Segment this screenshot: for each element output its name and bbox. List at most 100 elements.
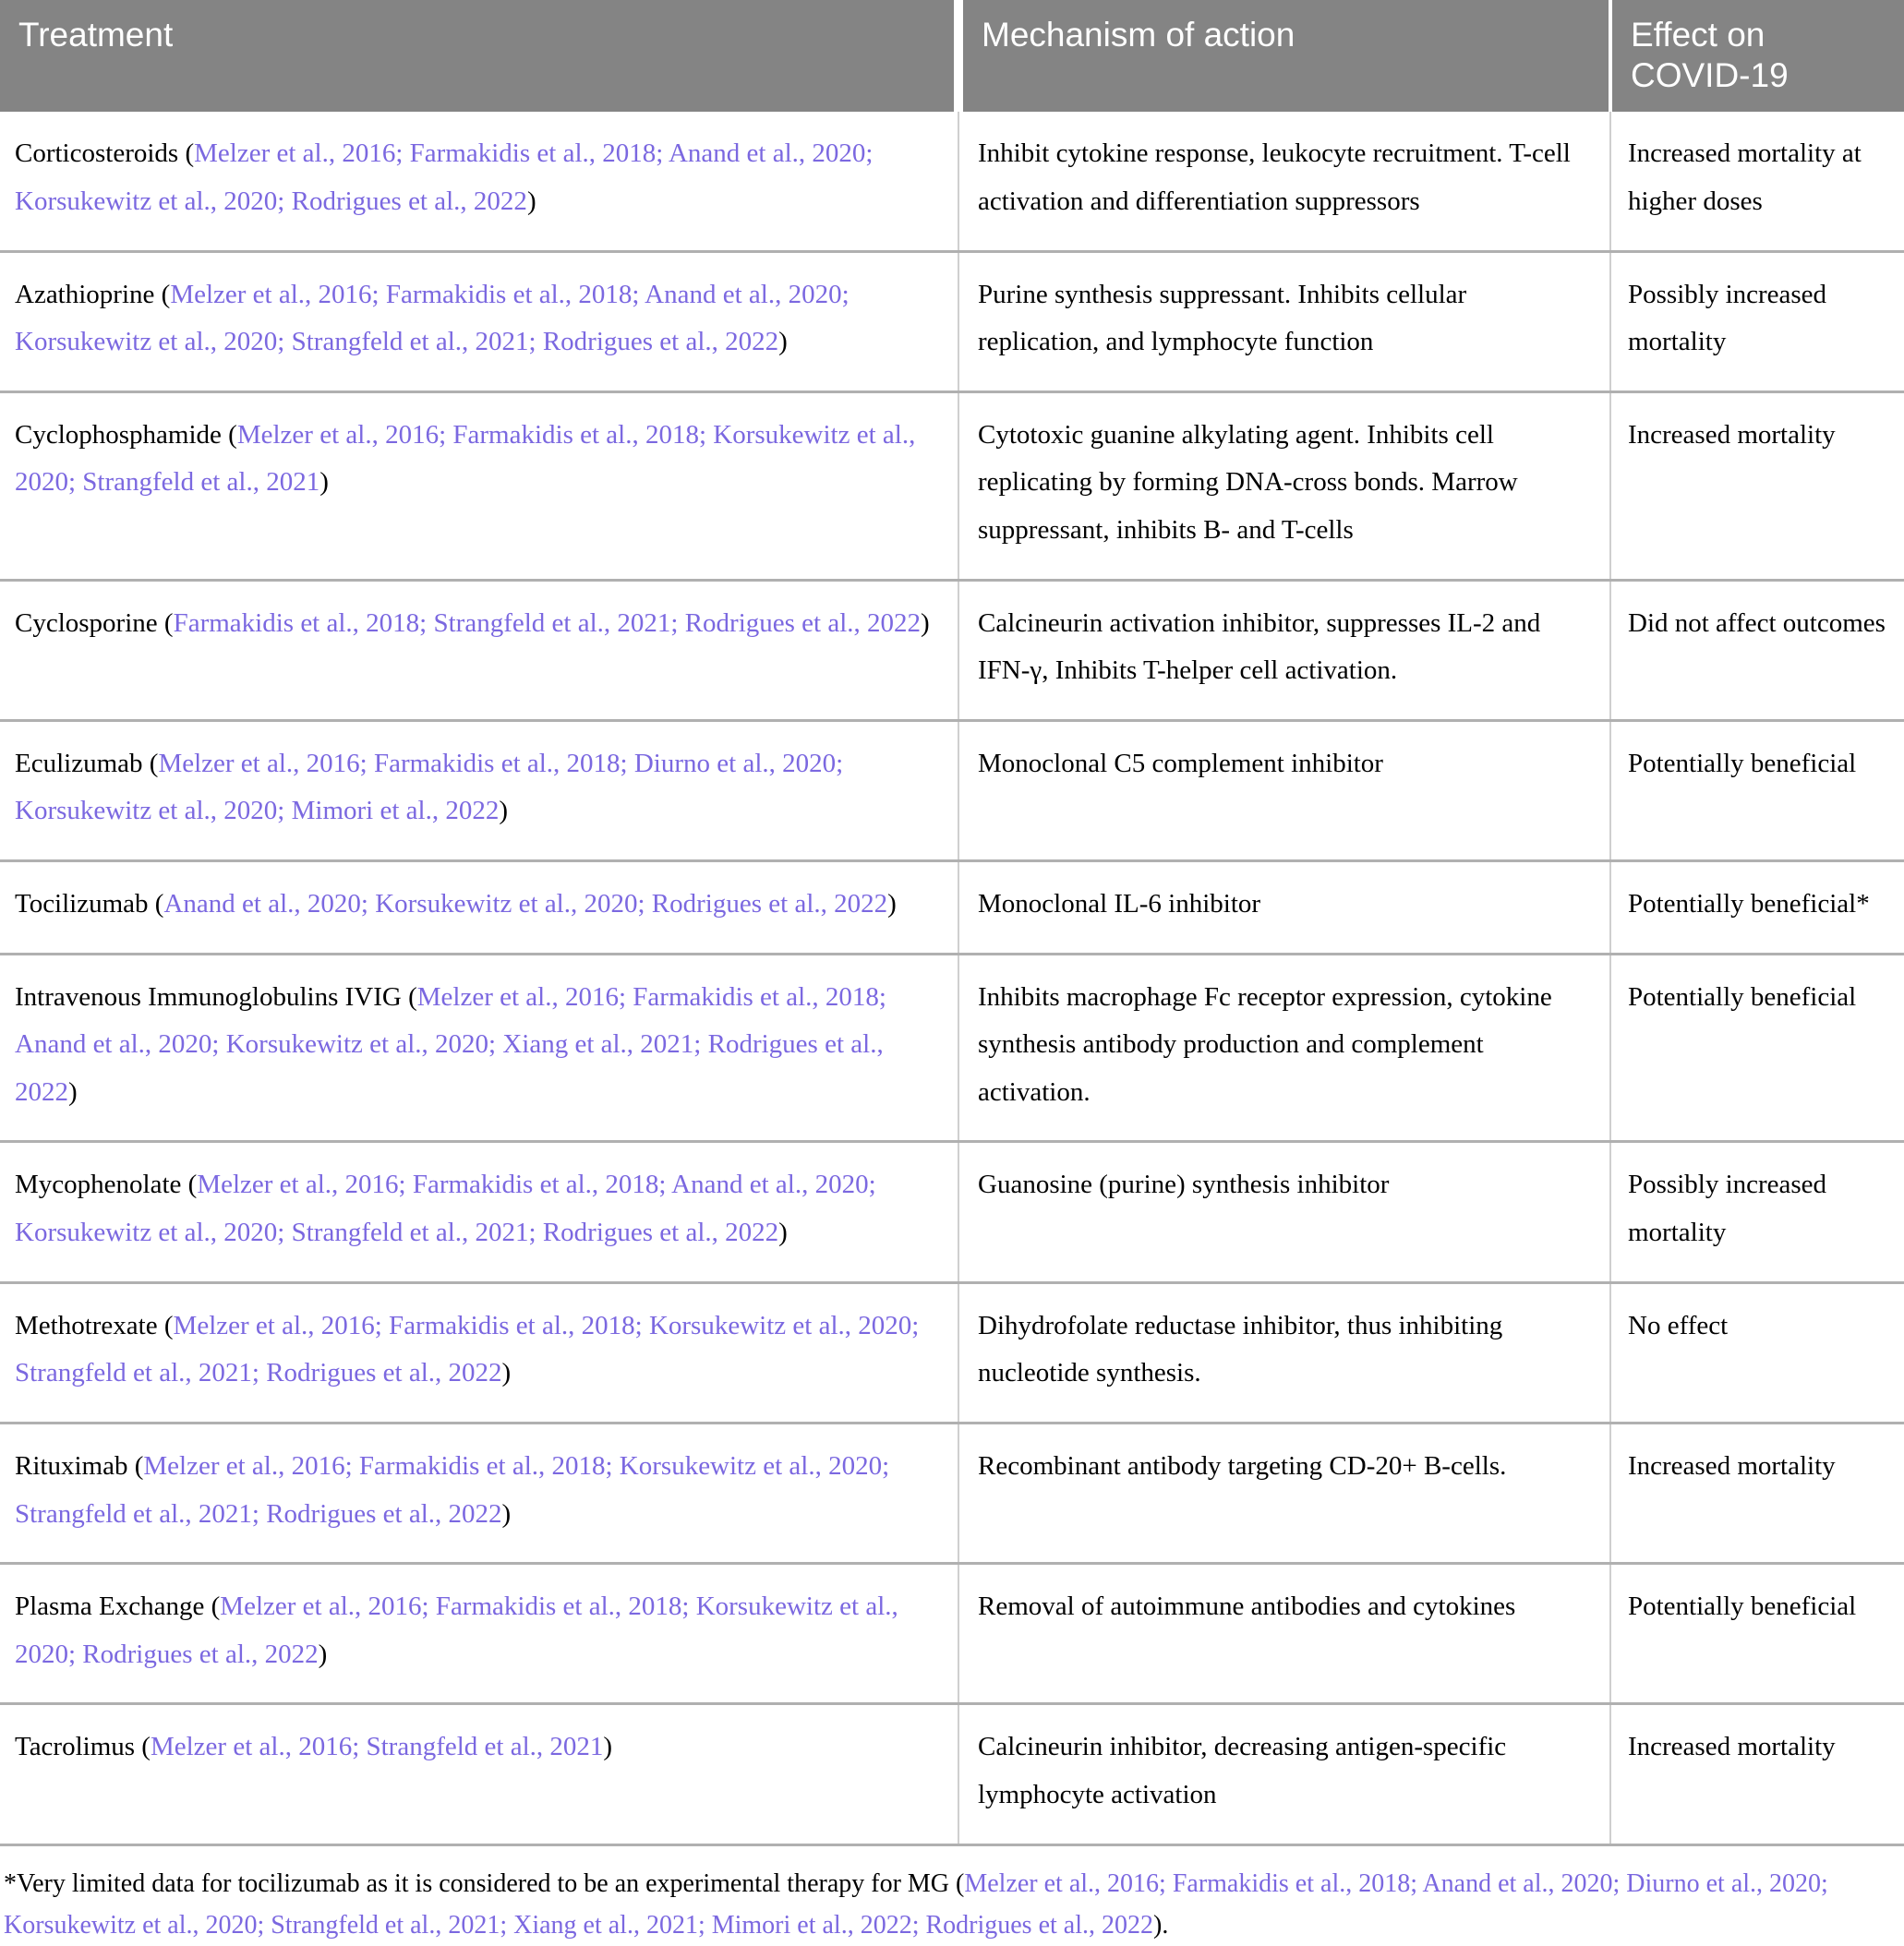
cell-treatment: Rituximab (Melzer et al., 2016; Farmakid…: [0, 1423, 959, 1566]
table-row: Tacrolimus (Melzer et al., 2016; Strangf…: [0, 1703, 1904, 1846]
citation-close-paren: ): [501, 1498, 512, 1529]
header-row: Treatment Mechanism of action Effect on …: [0, 0, 1904, 113]
cell-effect: No effect: [1610, 1282, 1904, 1424]
treatment-covid-effects-table: Treatment Mechanism of action Effect on …: [0, 0, 1904, 1846]
cell-mechanism: Inhibits macrophage Fc receptor expressi…: [958, 954, 1611, 1144]
cell-effect: Did not affect outcomes: [1610, 580, 1904, 722]
citation-close-paren: ): [603, 1732, 613, 1762]
citation-close-paren: ): [68, 1076, 78, 1107]
table-row: Tocilizumab (Anand et al., 2020; Korsuke…: [0, 860, 1904, 955]
table-row: Plasma Exchange (Melzer et al., 2016; Fa…: [0, 1563, 1904, 1706]
treatment-name: Tacrolimus: [15, 1732, 142, 1762]
cell-treatment: Methotrexate (Melzer et al., 2016; Farma…: [0, 1282, 959, 1424]
cell-treatment: Cyclosporine (Farmakidis et al., 2018; S…: [0, 580, 959, 722]
column-header-mechanism: Mechanism of action: [958, 0, 1612, 113]
citation-close-paren: ): [499, 796, 508, 826]
cell-effect: Possibly increased mortality: [1610, 251, 1904, 393]
citation-text[interactable]: Anand et al., 2020; Korsukewitz et al., …: [163, 889, 887, 919]
cell-effect: Increased mortality at higher doses: [1610, 112, 1904, 253]
cell-treatment: Azathioprine (Melzer et al., 2016; Farma…: [0, 251, 959, 393]
cell-effect: Potentially beneficial: [1610, 720, 1904, 863]
table-row: Mycophenolate (Melzer et al., 2016; Farm…: [0, 1141, 1904, 1284]
treatment-name: Mycophenolate: [15, 1170, 188, 1200]
cell-mechanism: Guanosine (purine) synthesis inhibitor: [958, 1141, 1611, 1284]
citation-close-paren: ): [921, 607, 930, 638]
cell-treatment: Corticosteroids (Melzer et al., 2016; Fa…: [0, 112, 959, 253]
cell-treatment: Eculizumab (Melzer et al., 2016; Farmaki…: [0, 720, 959, 863]
table-body: Corticosteroids (Melzer et al., 2016; Fa…: [0, 112, 1904, 1846]
citation-open-paren: (: [185, 138, 195, 169]
cell-effect: Potentially beneficial: [1610, 1563, 1904, 1706]
cell-effect: Possibly increased mortality: [1610, 1141, 1904, 1284]
table-row: Corticosteroids (Melzer et al., 2016; Fa…: [0, 112, 1904, 253]
footnote-tail: ).: [1153, 1910, 1169, 1940]
citation-open-paren: (: [187, 1170, 198, 1200]
citation-close-paren: ): [526, 186, 536, 216]
citation-open-paren: (: [161, 279, 171, 309]
cell-mechanism: Cytotoxic guanine alkylating agent. Inhi…: [958, 391, 1611, 582]
citation-text[interactable]: Melzer et al., 2016; Farmakidis et al., …: [15, 1451, 889, 1529]
cell-mechanism: Inhibit cytokine response, leukocyte rec…: [958, 112, 1611, 253]
table-row: Eculizumab (Melzer et al., 2016; Farmaki…: [0, 720, 1904, 863]
treatment-name: Rituximab: [15, 1450, 135, 1481]
citation-close-paren: ): [778, 1218, 788, 1248]
treatment-name: Methotrexate: [15, 1310, 164, 1340]
treatment-citation[interactable]: (Anand et al., 2020; Korsukewitz et al.,…: [155, 889, 897, 919]
treatment-name: Eculizumab: [15, 748, 150, 778]
citation-close-paren: ): [318, 1639, 328, 1669]
citation-open-paren: (: [228, 419, 237, 450]
treatment-name: Cyclophosphamide: [15, 419, 229, 450]
table-footnote: *Very limited data for tocilizumab as it…: [0, 1846, 1904, 1946]
cell-treatment: Cyclophosphamide (Melzer et al., 2016; F…: [0, 391, 959, 582]
citation-open-paren: (: [149, 748, 159, 778]
cell-effect: Increased mortality: [1610, 1423, 1904, 1566]
table-row: Cyclophosphamide (Melzer et al., 2016; F…: [0, 391, 1904, 582]
table-header: Treatment Mechanism of action Effect on …: [0, 0, 1904, 113]
cell-treatment: Mycophenolate (Melzer et al., 2016; Farm…: [0, 1141, 959, 1284]
citation-close-paren: ): [501, 1358, 512, 1388]
citation-open-paren: (: [141, 1732, 151, 1762]
citation-close-paren: ): [319, 467, 329, 498]
treatment-name: Intravenous Immunoglobulins IVIG: [15, 981, 409, 1012]
table-page: Treatment Mechanism of action Effect on …: [0, 0, 1904, 1940]
cell-treatment: Intravenous Immunoglobulins IVIG (Melzer…: [0, 954, 959, 1144]
table-row: Cyclosporine (Farmakidis et al., 2018; S…: [0, 580, 1904, 722]
column-header-effect: Effect on COVID-19: [1610, 0, 1904, 113]
table-row: Azathioprine (Melzer et al., 2016; Farma…: [0, 251, 1904, 393]
treatment-name: Tocilizumab: [15, 889, 155, 919]
citation-text[interactable]: Melzer et al., 2016; Strangfeld et al., …: [151, 1732, 603, 1761]
cell-effect: Increased mortality: [1610, 391, 1904, 582]
cell-effect: Potentially beneficial*: [1610, 860, 1904, 955]
citation-open-paren: (: [408, 981, 417, 1012]
treatment-name: Plasma Exchange: [15, 1592, 211, 1622]
table-row: Methotrexate (Melzer et al., 2016; Farma…: [0, 1282, 1904, 1424]
treatment-name: Azathioprine: [15, 279, 162, 309]
table-row: Intravenous Immunoglobulins IVIG (Melzer…: [0, 954, 1904, 1144]
cell-treatment: Tocilizumab (Anand et al., 2020; Korsuke…: [0, 860, 959, 955]
cell-mechanism: Purine synthesis suppressant. Inhibits c…: [958, 251, 1611, 393]
cell-effect: Increased mortality: [1610, 1703, 1904, 1846]
treatment-citation[interactable]: (Farmakidis et al., 2018; Strangfeld et …: [164, 608, 930, 638]
citation-open-paren: (: [211, 1592, 221, 1622]
cell-treatment: Tacrolimus (Melzer et al., 2016; Strangf…: [0, 1703, 959, 1846]
cell-effect: Potentially beneficial: [1610, 954, 1904, 1144]
citation-close-paren: ): [887, 889, 897, 919]
cell-mechanism: Calcineurin activation inhibitor, suppre…: [958, 580, 1611, 722]
citation-open-paren: (: [163, 607, 174, 638]
cell-mechanism: Monoclonal IL-6 inhibitor: [958, 860, 1611, 955]
treatment-citation[interactable]: (Melzer et al., 2016; Farmakidis et al.,…: [15, 1451, 889, 1529]
cell-mechanism: Calcineurin inhibitor, decreasing antige…: [958, 1703, 1611, 1846]
cell-treatment: Plasma Exchange (Melzer et al., 2016; Fa…: [0, 1563, 959, 1706]
citation-open-paren: (: [134, 1450, 144, 1481]
citation-open-paren: (: [163, 1310, 174, 1340]
citation-text[interactable]: Farmakidis et al., 2018; Strangfeld et a…: [174, 608, 921, 638]
column-header-treatment: Treatment: [0, 0, 963, 113]
cell-mechanism: Dihydrofolate reductase inhibitor, thus …: [958, 1282, 1611, 1424]
citation-close-paren: ): [778, 327, 788, 357]
cell-mechanism: Recombinant antibody targeting CD-20+ B-…: [958, 1423, 1611, 1566]
cell-mechanism: Monoclonal C5 complement inhibitor: [958, 720, 1611, 863]
treatment-citation[interactable]: (Melzer et al., 2016; Strangfeld et al.,…: [141, 1732, 612, 1761]
treatment-name: Cyclosporine: [15, 607, 164, 638]
treatment-name: Corticosteroids: [15, 138, 186, 169]
footnote-lead: *Very limited data for tocilizumab as it…: [4, 1868, 965, 1898]
